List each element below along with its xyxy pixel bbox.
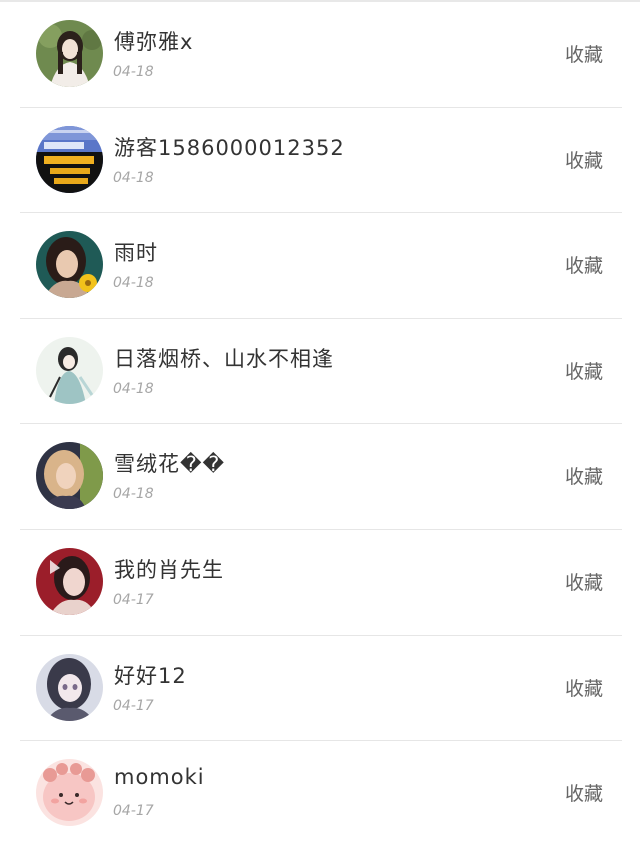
favorite-date: 04-18: [113, 169, 154, 186]
list-item[interactable]: 傅弥雅x 04-18 收藏: [0, 2, 640, 108]
list-item[interactable]: 我的肖先生 04-17 收藏: [0, 530, 640, 636]
user-name: 好好12: [114, 663, 187, 688]
list-item[interactable]: 雪绒花�� 04-18 收藏: [0, 424, 640, 530]
girl-portrait-outdoor-avatar[interactable]: [36, 20, 103, 87]
collect-button[interactable]: 收藏: [565, 568, 603, 595]
pink-cartoon-avatar[interactable]: [36, 759, 103, 827]
anime-girl-avatar[interactable]: [36, 653, 103, 721]
user-name: 日落烟桥、山水不相逢: [114, 346, 334, 371]
collect-button[interactable]: 收藏: [565, 40, 603, 67]
collect-button[interactable]: 收藏: [565, 779, 603, 806]
favorite-date: 04-18: [113, 275, 154, 292]
girl-with-flower-avatar[interactable]: [36, 231, 103, 299]
favorite-date: 04-18: [113, 64, 154, 80]
blonde-girl-avatar[interactable]: [36, 442, 103, 510]
favorite-date: 04-18: [113, 486, 154, 503]
girl-red-background-avatar[interactable]: [36, 547, 103, 615]
list-item[interactable]: 雨时 04-18 收藏: [0, 213, 640, 319]
favorite-user-list: 傅弥雅x 04-18 收藏 游客1586000012352 04-18 收藏 雨…: [0, 2, 640, 847]
user-name: 傅弥雅x: [114, 30, 194, 54]
user-name: momoki: [114, 765, 205, 790]
fan-banner-avatar[interactable]: [36, 125, 103, 193]
list-item[interactable]: momoki 04-17 收藏: [0, 741, 640, 847]
collect-button[interactable]: 收藏: [565, 674, 603, 701]
collect-button[interactable]: 收藏: [565, 462, 603, 489]
favorite-date: 04-17: [113, 591, 154, 608]
favorite-date: 04-17: [113, 697, 154, 714]
user-name: 雨时: [114, 241, 158, 266]
list-item[interactable]: 游客1586000012352 04-18 收藏: [0, 108, 640, 214]
collect-button[interactable]: 收藏: [565, 357, 603, 384]
user-name: 我的肖先生: [114, 557, 224, 582]
collect-button[interactable]: 收藏: [565, 146, 603, 173]
user-name: 雪绒花��: [114, 452, 226, 477]
favorite-date: 04-18: [113, 380, 154, 397]
ink-painting-lady-avatar[interactable]: [36, 336, 103, 404]
list-item[interactable]: 日落烟桥、山水不相逢 04-18 收藏: [0, 319, 640, 425]
favorite-date: 04-17: [113, 803, 154, 820]
user-name: 游客1586000012352: [114, 135, 345, 160]
collect-button[interactable]: 收藏: [565, 251, 603, 278]
list-item[interactable]: 好好12 04-17 收藏: [0, 636, 640, 742]
